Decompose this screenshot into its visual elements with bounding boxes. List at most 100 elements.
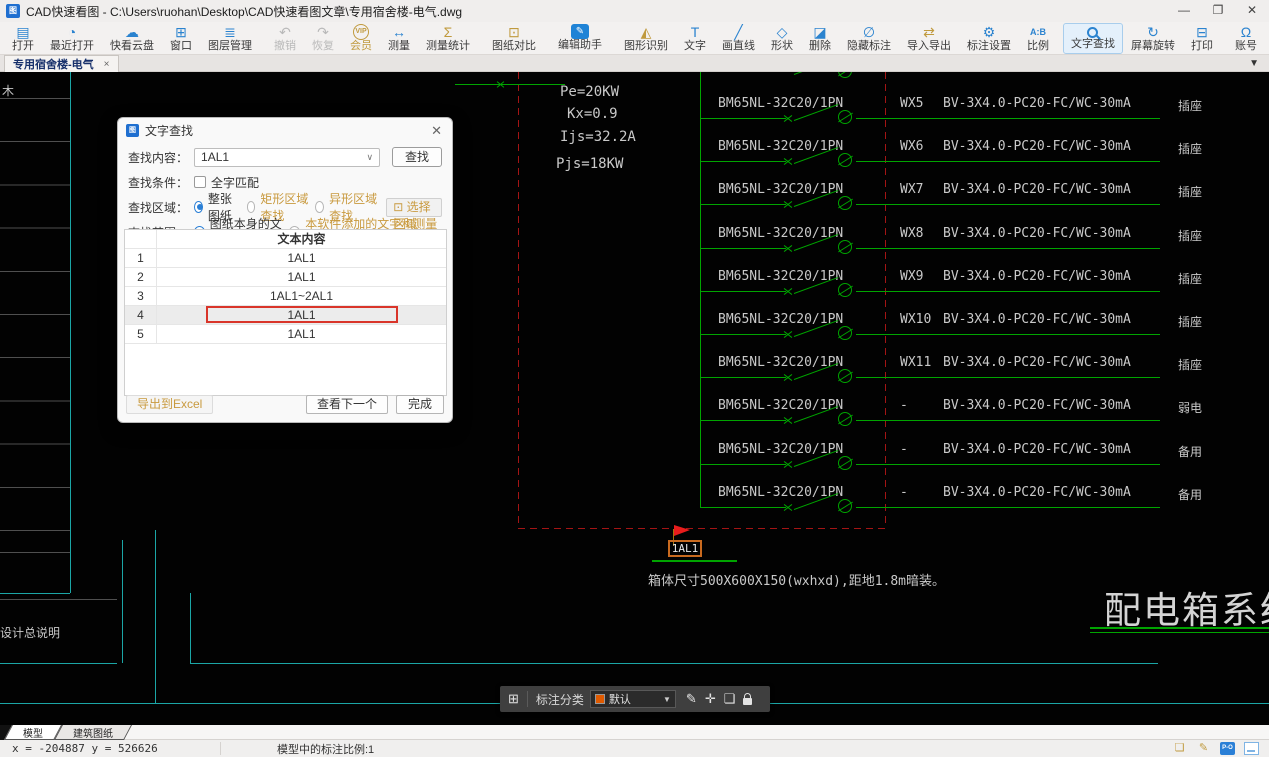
toolbar-button-redo[interactable]: ↷恢复: [304, 23, 342, 54]
text-icon: T: [691, 24, 700, 40]
divider: [220, 742, 221, 755]
tabbar-overflow-icon[interactable]: ▼: [1249, 58, 1259, 69]
whole-word-label: 全字匹配: [211, 174, 259, 191]
result-row[interactable]: 3 1AL1~2AL1: [125, 287, 446, 306]
toolbar-button-cloud[interactable]: ☁快看云盘: [102, 23, 162, 54]
result-row[interactable]: 4 1AL1: [125, 306, 446, 325]
toolbar-button-shape-recognize[interactable]: ◭图形识别: [616, 23, 676, 54]
document-tab-label: 专用宿舍楼-电气: [13, 56, 94, 72]
edit-annotation-icon[interactable]: ✎: [686, 691, 697, 707]
toolbar-button-drawing-compare[interactable]: ⊡图纸对比: [484, 23, 544, 54]
search-flag-icon: [674, 525, 690, 536]
export-annotation-icon[interactable]: ✎: [1196, 742, 1211, 755]
circuit-wire: [700, 118, 786, 119]
toolbar-button-vip[interactable]: VIP会员: [342, 23, 380, 54]
breaker-circle-symbol: [838, 412, 852, 426]
toolbar-button-account[interactable]: Ω账号: [1227, 23, 1265, 54]
toolbar-button-window[interactable]: ⊞窗口: [162, 23, 200, 54]
toolbar-button-draw-line[interactable]: ╱画直线: [714, 23, 763, 54]
circuit-wire: [856, 204, 1160, 205]
panel-boundary-dashed-bottom: [518, 528, 886, 529]
toolbar-label: 编辑助手: [558, 39, 602, 52]
sheet-tab-layout[interactable]: 建筑图纸: [54, 725, 132, 740]
toolbar-button-screen-rotate[interactable]: ↻屏幕旋转: [1123, 23, 1183, 54]
frame-line: [155, 530, 156, 703]
pdf-doc-icon[interactable]: ❏: [1172, 742, 1187, 755]
document-tab-bar: 专用宿舍楼-电气 × ▼: [0, 55, 1269, 72]
toolbar-button-hide-annotation[interactable]: ∅隐藏标注: [839, 23, 899, 54]
maximize-button[interactable]: ❐: [1201, 0, 1235, 22]
poly-area-radio[interactable]: [315, 201, 324, 213]
move-annotation-icon[interactable]: ✛: [705, 691, 716, 707]
window-icon: ⊞: [175, 24, 187, 40]
category-dropdown[interactable]: 默认 ▼: [590, 690, 676, 708]
annotation-category-label: 标注分类: [536, 691, 584, 708]
view-next-button[interactable]: 查看下一个: [306, 395, 388, 414]
dialog-title-bar[interactable]: 图 文字查找 ✕: [118, 118, 452, 142]
dialog-close-icon[interactable]: ✕: [431, 123, 442, 139]
rect-area-radio[interactable]: [247, 201, 256, 213]
export-excel-button[interactable]: 导出到Excel: [126, 395, 213, 414]
lock-annotation-icon[interactable]: [743, 698, 752, 705]
toolbar-button-undo[interactable]: ↶撤销: [266, 23, 304, 54]
result-row[interactable]: 5 1AL1: [125, 325, 446, 344]
window-panel-icon[interactable]: [1244, 742, 1259, 755]
window-title: CAD快速看图 - C:\Users\ruohan\Desktop\CAD快速看…: [26, 3, 462, 20]
load-type-label: 插座: [1178, 356, 1202, 373]
toolbar-button-measure[interactable]: ↔测量: [380, 23, 418, 54]
circuit-number-label: -: [900, 485, 908, 500]
cable-spec-label: BV-3X4.0-PC20-FC/WC-30mA: [943, 269, 1131, 284]
circuit-wire: [700, 291, 786, 292]
result-index: 3: [125, 287, 157, 305]
load-type-label: 插座: [1178, 97, 1202, 114]
breaker-symbol-partial: [794, 72, 839, 75]
toolbar-button-erase[interactable]: ◪删除: [801, 23, 839, 54]
circuit-wire: [856, 464, 1160, 465]
whole-word-checkbox[interactable]: [194, 176, 206, 188]
circuit-wire: [856, 420, 1160, 421]
find-button[interactable]: 查找: [392, 147, 442, 167]
tab-close-icon[interactable]: ×: [104, 59, 110, 70]
result-row[interactable]: 1 1AL1: [125, 249, 446, 268]
result-index: 2: [125, 268, 157, 286]
frame-line: [0, 552, 70, 553]
result-row[interactable]: 2 1AL1: [125, 268, 446, 287]
toolbar-label: 标注设置: [967, 40, 1011, 53]
result-index: 1: [125, 249, 157, 267]
toolbar-button-open-folder[interactable]: ▤打开: [4, 23, 42, 54]
toolbar-button-recent-clock[interactable]: ◔最近打开: [42, 23, 102, 54]
frame-line: [190, 593, 191, 663]
toolbar-button-edit-assistant[interactable]: ✎编辑助手: [550, 23, 610, 54]
toolbar-button-scale[interactable]: A:B比例: [1019, 23, 1057, 54]
chevron-down-icon[interactable]: ∨: [367, 152, 374, 163]
toolbar-button-text-search[interactable]: 文字查找: [1063, 23, 1123, 54]
toolbar-button-support[interactable]: ∩客服: [1265, 23, 1269, 54]
minimize-button[interactable]: —: [1167, 0, 1201, 22]
toolbar-button-import-export[interactable]: ⇄导入导出: [899, 23, 959, 54]
load-type-label: 插座: [1178, 227, 1202, 244]
select-area-button[interactable]: ⊡ 选择区域: [386, 198, 442, 217]
whole-sheet-radio[interactable]: [194, 201, 203, 213]
toolbar-button-annotation-settings[interactable]: ⚙标注设置: [959, 23, 1019, 54]
toolbar-button-print[interactable]: ⊟打印: [1183, 23, 1221, 54]
toolbar-label: 快看云盘: [110, 40, 154, 53]
toolbar-label: 屏幕旋转: [1131, 40, 1175, 53]
layers-icon: ≣: [224, 24, 236, 40]
shapes-icon: ◇: [777, 24, 788, 40]
done-button[interactable]: 完成: [396, 395, 444, 414]
close-button[interactable]: ✕: [1235, 0, 1269, 22]
toolbar-button-shapes[interactable]: ◇形状: [763, 23, 801, 54]
po-badge-icon[interactable]: P-O: [1220, 742, 1235, 755]
search-input[interactable]: 1AL1 ∨: [194, 148, 380, 167]
grid-icon[interactable]: ⊞: [508, 691, 519, 707]
toolbar-button-measure-stats[interactable]: Σ测量统计: [418, 23, 478, 54]
circuit-row: BM65NL-32C20/1PN - BV-3X4.0-PC20-FC/WC-3…: [0, 485, 1269, 515]
toolbar-button-text[interactable]: T文字: [676, 23, 714, 54]
breaker-circle-symbol: [838, 110, 852, 124]
sheet-tab-model[interactable]: 模型: [4, 725, 62, 740]
toolbar-button-layers[interactable]: ≣图层管理: [200, 23, 260, 54]
document-tab[interactable]: 专用宿舍楼-电气 ×: [4, 55, 119, 72]
load-type-label: 备用: [1178, 486, 1202, 503]
screen-rotate-icon: ↻: [1147, 24, 1159, 40]
copy-annotation-icon[interactable]: ❏: [724, 691, 736, 707]
